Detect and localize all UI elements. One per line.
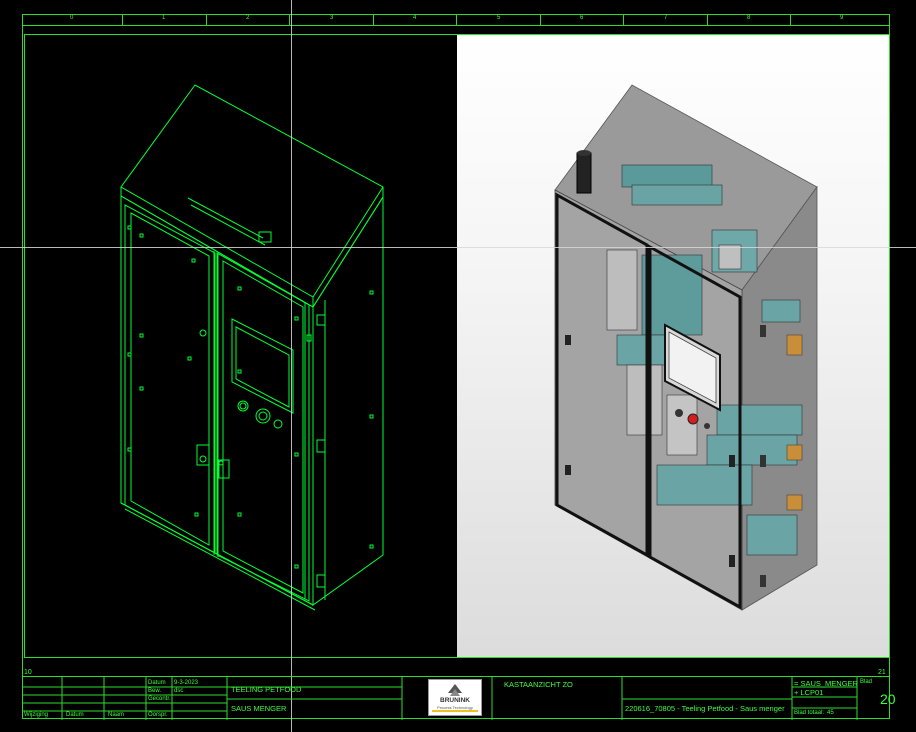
edge-number-right: 21 xyxy=(878,669,886,676)
shaded-cabinet-drawing xyxy=(554,84,818,611)
edge-number-left: 10 xyxy=(24,669,32,676)
logo-text: BRUNINK xyxy=(440,697,470,704)
project-name: SAUS MENGER xyxy=(231,704,287,713)
bew-value: dsc xyxy=(174,688,184,694)
row-label-gecontr: Gecontr. xyxy=(148,696,171,702)
col-header-datum: Datum xyxy=(66,712,84,718)
ruler-label: 5 xyxy=(497,15,501,21)
logo-stripe xyxy=(432,710,478,712)
row-label-bew: Bew. xyxy=(148,688,162,694)
sheet-label: Blad xyxy=(860,679,873,685)
cursor-crosshair-horizontal xyxy=(0,247,916,248)
ruler-label: 6 xyxy=(580,15,584,21)
ruler-label: 9 xyxy=(840,15,844,21)
sheet-total-label: Blad totaal: xyxy=(794,710,825,716)
wireframe-view[interactable] xyxy=(25,35,456,657)
wireframe-cabinet-drawing xyxy=(120,84,384,611)
sheet-total: 45 xyxy=(827,710,834,716)
date-value: 9-3-2023 xyxy=(174,680,199,686)
brunink-logo: BRUNINK Process Technology xyxy=(428,679,482,716)
ruler-label: 7 xyxy=(664,15,668,21)
ruler-label: 0 xyxy=(70,15,74,21)
column-ruler: 0 1 2 3 4 5 6 7 8 9 xyxy=(22,14,890,26)
ruler-label: 1 xyxy=(162,15,166,21)
ruler-label: 2 xyxy=(246,15,250,21)
designation: = SAUS_MENGER xyxy=(794,679,858,688)
cursor-crosshair-vertical xyxy=(291,0,292,732)
client-name: TEELING PETFOOD xyxy=(231,685,302,694)
col-header-naam: Naam xyxy=(108,712,125,718)
sheet-number: 20 xyxy=(880,691,896,707)
view-title: KASTAANZICHT ZO xyxy=(504,680,573,689)
ruler-label: 3 xyxy=(330,15,334,21)
col-header-wijziging: Wijziging xyxy=(24,712,49,718)
ruler-label: 8 xyxy=(747,15,751,21)
row-label-oorspr: Oorspr. xyxy=(148,712,168,718)
row-label-datum: Datum xyxy=(148,680,166,686)
location: + LCP01 xyxy=(794,688,824,697)
shaded-3d-view[interactable] xyxy=(457,35,889,657)
ruler-label: 4 xyxy=(413,15,417,21)
drawing-reference: 220616_70805 - Teeling Petfood - Saus me… xyxy=(625,704,785,713)
